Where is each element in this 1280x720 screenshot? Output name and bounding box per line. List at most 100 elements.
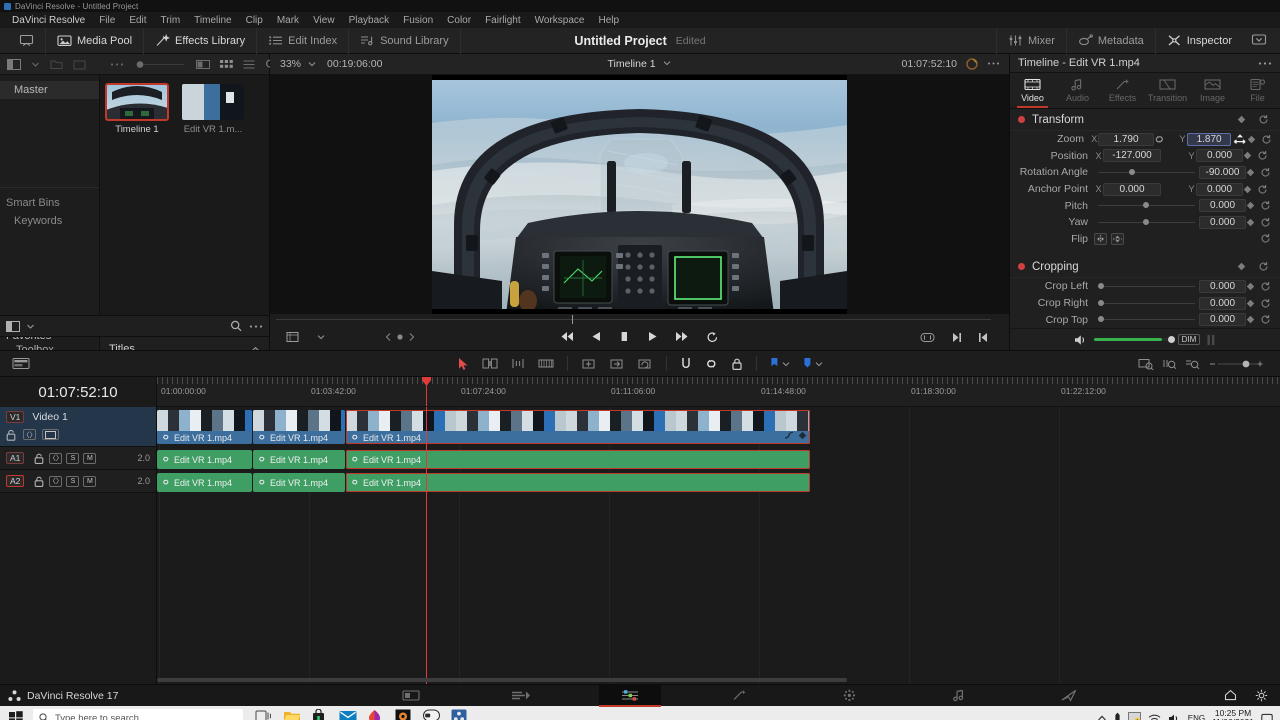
shop-icon[interactable]	[311, 709, 329, 720]
play-icon[interactable]	[647, 331, 658, 343]
trim-edit-tool-icon[interactable]	[482, 357, 498, 370]
media-pool-button[interactable]: Media Pool	[46, 27, 145, 54]
tray-pen-icon[interactable]	[1114, 712, 1121, 720]
slider-track[interactable]	[1098, 297, 1195, 310]
reset-icon[interactable]	[1258, 114, 1272, 125]
settings-gear-icon[interactable]	[1255, 689, 1268, 702]
blade-tool-icon[interactable]	[538, 357, 554, 370]
mixer-button[interactable]: Mixer	[995, 27, 1066, 54]
slider-track[interactable]	[1098, 199, 1195, 212]
loop-icon[interactable]	[706, 331, 719, 343]
reset-icon[interactable]	[1260, 233, 1274, 244]
slider-track[interactable]	[1098, 166, 1195, 179]
layout-preset-button[interactable]	[1243, 33, 1274, 49]
track-header-v1[interactable]: V1 Video 1 〈〉	[0, 407, 156, 447]
keyframe-icon[interactable]	[1243, 185, 1257, 194]
menu-item-playback[interactable]: Playback	[342, 14, 397, 27]
flip-horizontal-button[interactable]	[1094, 232, 1107, 245]
link-xy-icon[interactable]	[1154, 134, 1179, 145]
bin-item-smart-bins[interactable]: Smart Bins	[0, 194, 99, 212]
slider-knob[interactable]	[1142, 202, 1149, 209]
bin-item-keywords[interactable]: Keywords	[0, 212, 99, 230]
resolve-taskbar-icon[interactable]	[451, 709, 469, 720]
dynamic-trim-icon[interactable]	[511, 357, 525, 370]
inspector-tab-transition[interactable]: Transition	[1145, 73, 1190, 108]
input-x[interactable]: -127.000	[1103, 149, 1161, 163]
slider-knob[interactable]	[1129, 169, 1136, 176]
timeline-audio-clip[interactable]: Edit VR 1.mp4	[346, 473, 810, 492]
tray-onedrive-icon[interactable]	[1127, 712, 1141, 720]
keyframe-icon[interactable]	[1237, 262, 1251, 271]
task-view-icon[interactable]	[255, 709, 273, 720]
mail-icon[interactable]	[339, 709, 357, 720]
linked-selection-icon[interactable]	[705, 357, 718, 371]
input-x[interactable]: 1.790	[1098, 132, 1154, 146]
taskbar-search-box[interactable]: Type here to search	[33, 709, 243, 720]
effects-list[interactable]: TitlesText SampleLeft Lower ThirdText Sa…	[100, 337, 269, 350]
notifications-icon[interactable]	[1261, 713, 1273, 720]
list-view-icon[interactable]	[243, 59, 255, 70]
inspector-tab-file[interactable]: File	[1235, 73, 1280, 108]
timeline-audio-clip[interactable]: Edit VR 1.mp4	[346, 450, 810, 469]
slider-value[interactable]: 0.000	[1199, 199, 1246, 213]
slider-value[interactable]: 0.000	[1199, 279, 1246, 293]
jump-start-icon[interactable]	[560, 331, 574, 343]
start-button[interactable]	[3, 706, 29, 720]
slider-value[interactable]: -90.000	[1199, 165, 1246, 179]
selection-tool-icon[interactable]	[458, 357, 469, 371]
reset-icon[interactable]	[1260, 167, 1274, 178]
replace-clip-icon[interactable]	[637, 357, 653, 370]
slider-knob[interactable]	[1098, 283, 1104, 290]
reset-icon[interactable]	[1260, 217, 1274, 228]
timeline-playhead[interactable]	[426, 407, 427, 684]
snapping-icon[interactable]	[680, 357, 692, 371]
import-media-icon[interactable]	[73, 59, 86, 70]
keyframe-icon[interactable]	[1246, 299, 1260, 308]
slider-track[interactable]	[1098, 216, 1195, 229]
viewer-source-name[interactable]: Timeline 1	[608, 58, 656, 70]
inspector-tab-image[interactable]: Image	[1190, 73, 1235, 108]
keyframe-icon[interactable]	[1237, 115, 1251, 124]
keyframe-icon[interactable]	[1246, 282, 1260, 291]
ellipsis-icon[interactable]	[110, 62, 124, 67]
page-button-media[interactable]	[380, 685, 442, 707]
viewer-scrubber[interactable]	[270, 313, 1009, 325]
input-y[interactable]: 0.000	[1196, 149, 1243, 163]
timeline-lanes[interactable]: Edit VR 1.mp4 Edit VR 1.mp4 Edit VR 1.mp4 E…	[157, 407, 1280, 684]
keyframe-icon[interactable]	[1246, 218, 1260, 227]
video-lane-v1[interactable]: Edit VR 1.mp4 Edit VR 1.mp4 Edit VR 1.mp4	[157, 407, 1280, 447]
menu-item-file[interactable]: File	[92, 14, 122, 27]
taskbar-clock[interactable]: 10:25 PM 11/06/2021	[1212, 709, 1254, 720]
menu-item-fairlight[interactable]: Fairlight	[478, 14, 528, 27]
timeline-horizontal-scrollbar[interactable]	[157, 678, 847, 682]
menu-item-color[interactable]: Color	[440, 14, 478, 27]
page-button-cut[interactable]	[490, 685, 552, 707]
insert-clip-icon[interactable]	[581, 357, 596, 370]
sound-library-button[interactable]: Sound Library	[349, 27, 461, 54]
page-button-fairlight[interactable]	[928, 685, 990, 707]
lock-icon[interactable]	[34, 476, 45, 487]
page-button-edit[interactable]	[599, 684, 662, 707]
reset-icon[interactable]	[1260, 314, 1274, 325]
reset-icon[interactable]	[1260, 281, 1274, 292]
effects-tree-item-toolbox[interactable]: ⌄ Toolbox	[0, 341, 99, 350]
page-button-fusion[interactable]	[709, 685, 771, 707]
timeline-audio-clip[interactable]: Edit VR 1.mp4	[253, 473, 345, 492]
tray-volume-icon[interactable]	[1168, 713, 1181, 720]
thumbnail-size-slider[interactable]	[134, 60, 186, 69]
metadata-button[interactable]: Metadata	[1065, 27, 1155, 54]
menu-item-fusion[interactable]: Fusion	[396, 14, 440, 27]
timeline-video-clip[interactable]: Edit VR 1.mp4	[346, 410, 810, 444]
effects-library-button[interactable]: Effects Library	[144, 27, 258, 54]
chevron-down-icon[interactable]	[26, 322, 35, 331]
slider-track[interactable]	[1098, 280, 1195, 293]
timeline-audio-clip[interactable]: Edit VR 1.mp4	[157, 450, 252, 469]
menu-item-help[interactable]: Help	[591, 14, 626, 27]
solo-button[interactable]: S	[66, 452, 80, 464]
metadata-view-icon[interactable]	[196, 59, 210, 70]
reset-icon[interactable]	[1258, 261, 1272, 272]
tray-language-label[interactable]: ENG	[1188, 714, 1205, 720]
input-y[interactable]: 1.870	[1186, 132, 1232, 146]
audio-lane-a2[interactable]: Edit VR 1.mp4 Edit VR 1.mp4 Edit VR 1.mp4	[157, 471, 1280, 494]
media-clip-timeline1[interactable]: Timeline 1	[105, 83, 169, 135]
